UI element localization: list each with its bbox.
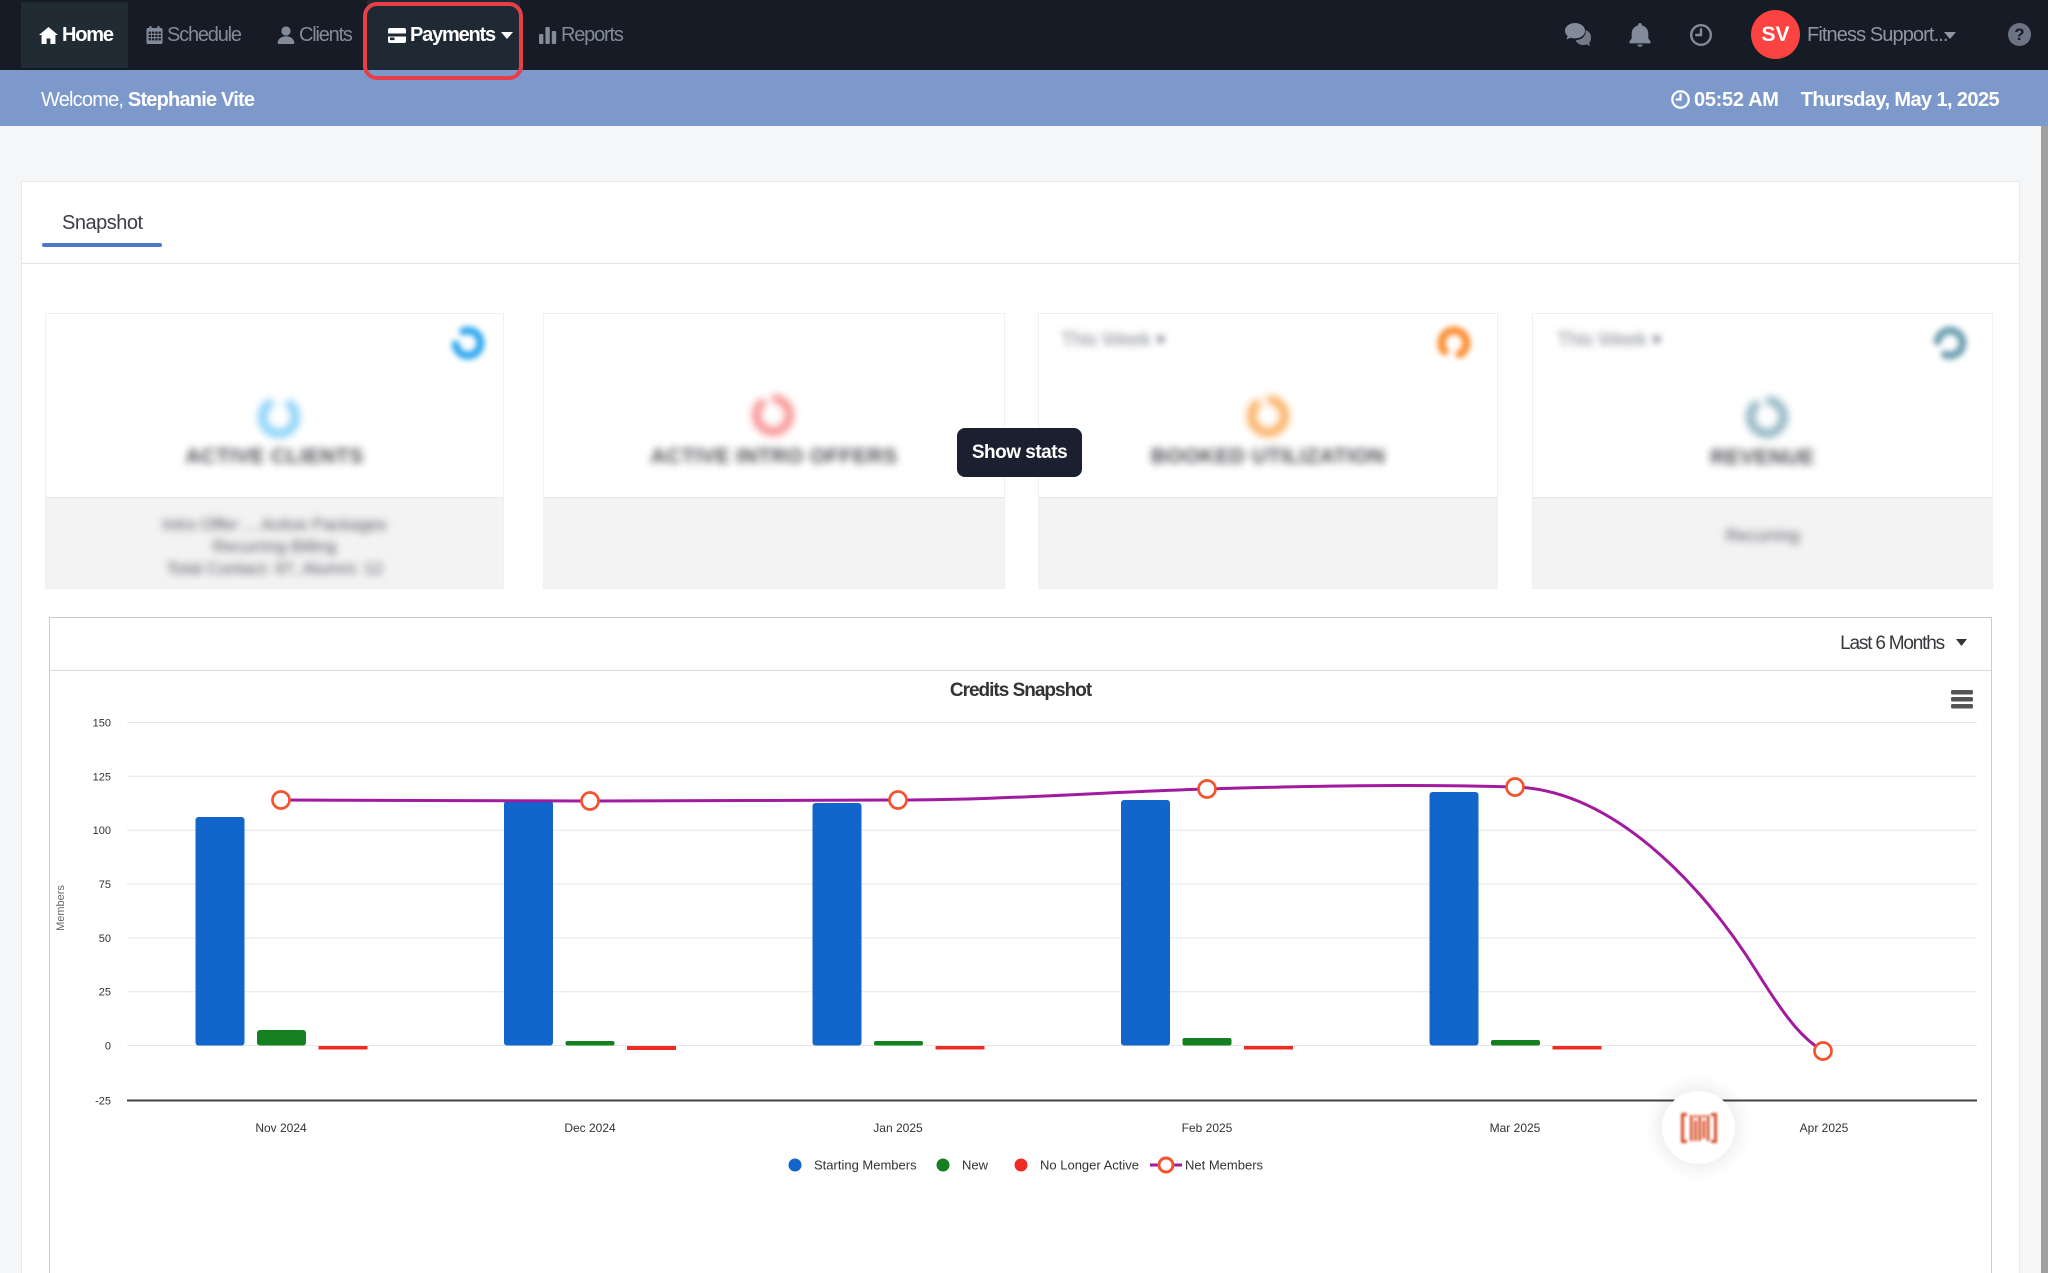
svg-text:Nov 2024: Nov 2024 (255, 1121, 307, 1135)
svg-text:50: 50 (99, 933, 111, 945)
svg-text:Members: Members (55, 885, 67, 931)
svg-text:New: New (962, 1158, 989, 1173)
svg-text:Dec 2024: Dec 2024 (564, 1121, 616, 1135)
svg-text:Starting Members: Starting Members (814, 1158, 917, 1173)
svg-text:Feb 2025: Feb 2025 (1182, 1121, 1233, 1135)
svg-text:125: 125 (93, 771, 111, 783)
svg-text:Mar 2025: Mar 2025 (1490, 1121, 1541, 1135)
svg-text:150: 150 (93, 718, 111, 730)
svg-text:Apr 2025: Apr 2025 (1800, 1121, 1849, 1135)
svg-text:Net Members: Net Members (1185, 1158, 1264, 1173)
svg-text:75: 75 (99, 879, 111, 891)
svg-text:Jan 2025: Jan 2025 (873, 1121, 923, 1135)
svg-text:25: 25 (99, 987, 111, 999)
svg-text:0: 0 (105, 1041, 111, 1053)
svg-text:100: 100 (93, 825, 111, 837)
svg-text:-25: -25 (95, 1096, 111, 1108)
svg-text:No Longer Active: No Longer Active (1040, 1158, 1139, 1173)
